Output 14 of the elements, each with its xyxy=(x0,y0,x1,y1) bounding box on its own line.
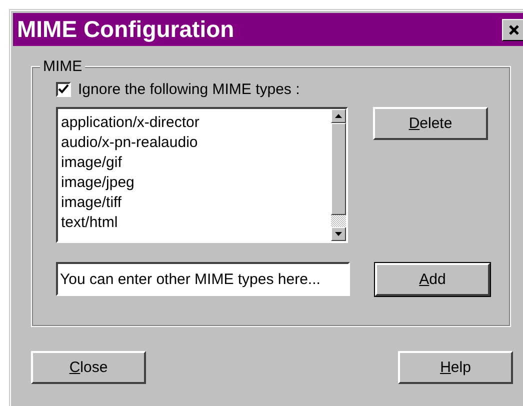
mime-type-list[interactable]: application/x-director audio/x-pn-realaudio image/gif image/jpeg image/tiff text/html xyxy=(56,107,348,243)
list-item[interactable]: image/gif xyxy=(61,153,328,173)
close-button[interactable]: Close xyxy=(31,351,146,384)
help-button[interactable]: Help xyxy=(398,351,513,384)
list-item[interactable]: application/x-director xyxy=(61,113,328,133)
list-item[interactable]: image/tiff xyxy=(61,193,328,213)
window-title: MIME Configuration xyxy=(17,16,234,43)
mime-type-input[interactable]: You can enter other MIME types here... xyxy=(56,262,350,296)
list-item[interactable]: image/jpeg xyxy=(61,173,328,193)
delete-button[interactable]: Delete xyxy=(373,107,488,140)
add-button[interactable]: Add xyxy=(375,262,490,296)
list-item[interactable]: audio/x-pn-realaudio xyxy=(61,133,328,153)
list-item[interactable]: text/html xyxy=(61,213,328,233)
checkbox-label: Ignore the following MIME types : xyxy=(78,81,300,98)
